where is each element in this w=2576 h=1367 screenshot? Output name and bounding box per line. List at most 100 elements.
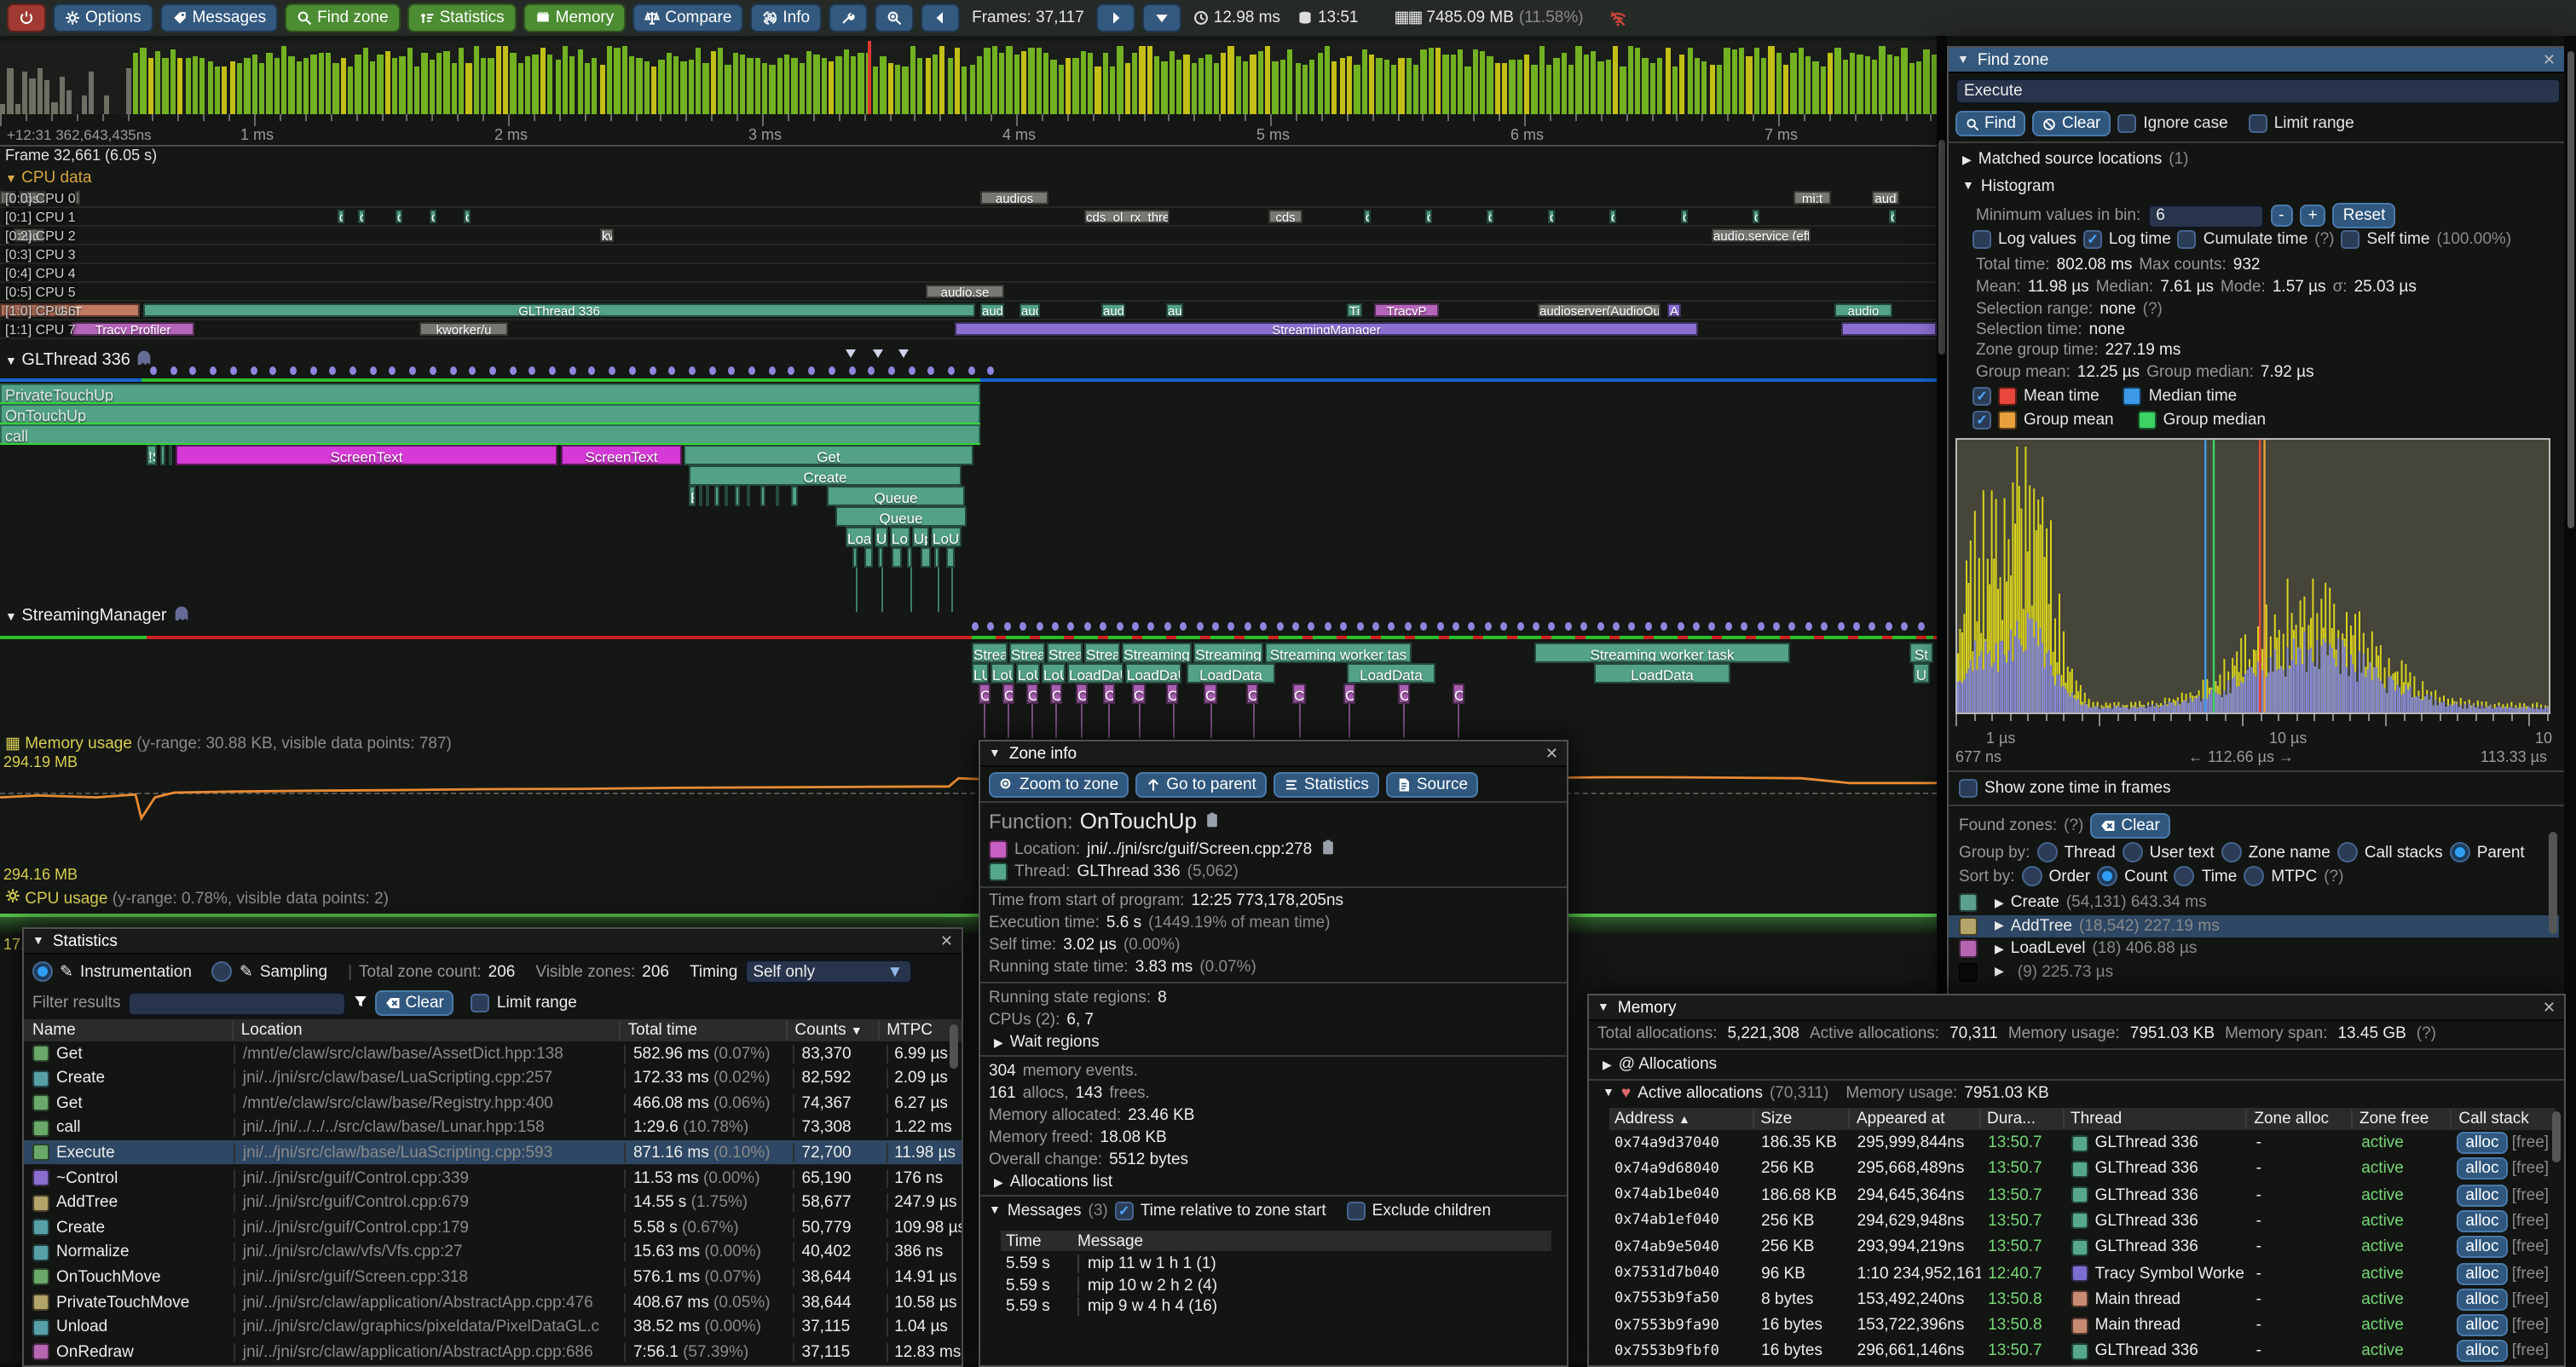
message-dot[interactable] xyxy=(1084,622,1091,631)
go-to-parent-button[interactable]: Go to parent xyxy=(1135,772,1267,798)
col-zone-free[interactable]: Zone free xyxy=(2351,1110,2450,1128)
options-button[interactable]: Options xyxy=(53,3,153,32)
message-dot[interactable] xyxy=(569,366,575,375)
mode-sampling[interactable] xyxy=(212,961,233,982)
cpu-segment[interactable] xyxy=(75,191,80,205)
memory-table-header[interactable]: Address ▲SizeAppeared atDura...ThreadZon… xyxy=(1609,1108,2556,1130)
stats-row[interactable]: OnTouchMove jni/../jni/src/guif/Screen.c… xyxy=(24,1266,963,1289)
cpu-segment[interactable]: c xyxy=(1609,210,1616,223)
cpu-segment[interactable]: A xyxy=(1667,303,1681,317)
message-dot[interactable] xyxy=(1100,622,1106,631)
alloc-chip[interactable]: alloc xyxy=(2457,1158,2507,1180)
message-dot[interactable] xyxy=(1340,622,1347,631)
active-allocations-tree[interactable]: ▼ ♥ Active allocations (70,311) Memory u… xyxy=(1603,1084,2049,1103)
found-zone-row[interactable]: ▶ AddTree (18,542) 227.19 ms xyxy=(1949,914,2559,937)
reset-button[interactable]: Reset xyxy=(2333,203,2396,228)
compare-button[interactable]: Compare xyxy=(632,3,743,32)
message-row[interactable]: 5.59 smip 9 w 4 h 4 (16) xyxy=(1001,1297,1551,1316)
zone-bar[interactable] xyxy=(169,445,172,465)
zone-bar[interactable]: Strea xyxy=(1047,643,1083,663)
memory-button[interactable]: Memory xyxy=(523,3,627,32)
message-dot[interactable] xyxy=(1661,622,1667,631)
message-dot[interactable] xyxy=(1725,622,1732,631)
message-dot[interactable] xyxy=(1180,622,1187,631)
cpu-segment[interactable]: Ti xyxy=(1347,303,1362,317)
stats-row[interactable]: Create jni/../jni/src/claw/base/LuaScrip… xyxy=(24,1066,963,1090)
message-dot[interactable] xyxy=(1485,622,1492,631)
sort-by-order[interactable] xyxy=(2022,866,2042,886)
message-dot[interactable] xyxy=(1164,622,1171,631)
alloc-chip[interactable]: alloc xyxy=(2457,1132,2507,1154)
memory-row[interactable]: 0x74ab9e5040 256 KB 293,994,219ns 13:50.… xyxy=(1609,1234,2556,1260)
zone-bar[interactable]: LoadData xyxy=(1347,663,1435,684)
alloc-chip[interactable]: alloc xyxy=(2457,1289,2507,1311)
stats-table-header[interactable]: NameLocationTotal timeCounts ▼MTPC xyxy=(24,1019,963,1041)
zone-bar[interactable]: E xyxy=(689,486,696,506)
message-dot[interactable] xyxy=(1276,622,1283,631)
message-dot[interactable] xyxy=(1693,622,1700,631)
zone-bar[interactable]: U xyxy=(1913,663,1930,684)
cumulate-time-checkbox[interactable] xyxy=(2178,230,2197,249)
found-zone-row[interactable]: ▶ (9) 225.73 µs xyxy=(1949,960,2559,983)
found-zone-row[interactable]: ▶ Create (54,131) 643.34 ms xyxy=(1949,891,2559,914)
min-values-input[interactable]: 6 xyxy=(2147,204,2263,228)
memory-row[interactable]: 0x74ab1ef040 256 KB 294,629,948ns 13:50.… xyxy=(1609,1208,2556,1234)
goto-frame-button[interactable] xyxy=(1142,3,1181,32)
zone-bar[interactable] xyxy=(725,486,728,506)
statistics-button[interactable]: Statistics xyxy=(1274,772,1379,798)
messages-table-header[interactable]: TimeMessage xyxy=(1001,1231,1551,1251)
screen-scrollbar[interactable] xyxy=(2564,36,2576,1364)
zone-bar[interactable] xyxy=(760,486,765,506)
stats-row[interactable]: call jni/../jni/../../../src/claw/base/L… xyxy=(24,1116,963,1140)
cpu-segment[interactable]: audioserver(AudioOut_D) xyxy=(1538,303,1661,317)
message-dot[interactable] xyxy=(729,366,736,375)
message-dot[interactable] xyxy=(808,366,815,375)
allocations-list-tree[interactable]: ▶ Allocations list xyxy=(994,1173,1112,1191)
message-dot[interactable] xyxy=(309,366,316,375)
zone-info-title[interactable]: ▼Zone info✕ xyxy=(980,741,1567,767)
zone-bar[interactable]: LoadDaU xyxy=(1125,663,1181,684)
group-by-zone-name[interactable] xyxy=(2221,842,2242,862)
stats-row[interactable]: Get /mnt/e/claw/src/claw/base/AssetDict.… xyxy=(24,1041,963,1065)
memory-row[interactable]: 0x74a9d37040 186.35 KB 295,999,844ns 13:… xyxy=(1609,1130,2556,1156)
sort-by-count[interactable] xyxy=(2097,866,2117,886)
show-zone-time-checkbox[interactable] xyxy=(1959,779,1978,798)
message-dot[interactable] xyxy=(290,366,297,375)
zone-bar[interactable]: Strea xyxy=(1084,643,1120,663)
sort-by-time[interactable] xyxy=(2175,866,2195,886)
message-dot[interactable] xyxy=(1757,622,1764,631)
message-dot[interactable] xyxy=(1837,622,1844,631)
zone-bar[interactable]: Loa xyxy=(846,527,873,547)
message-dot[interactable] xyxy=(908,366,915,375)
filter-input[interactable] xyxy=(127,991,345,1015)
statistics-button[interactable]: Statistics xyxy=(407,3,517,32)
memory-row[interactable]: 0x74ab1be040 186.68 KB 294,645,364ns 13:… xyxy=(1609,1182,2556,1208)
zone-bar[interactable] xyxy=(852,547,858,568)
message-dot[interactable] xyxy=(330,366,337,375)
close-icon[interactable]: ✕ xyxy=(2543,50,2556,69)
message-dot[interactable] xyxy=(1453,622,1459,631)
zone-bar[interactable]: LoadData xyxy=(1594,663,1730,684)
message-dot[interactable] xyxy=(589,366,596,375)
message-marker[interactable] xyxy=(898,349,909,358)
cpu-segment[interactable]: aud xyxy=(1019,303,1040,317)
ignore-case-checkbox[interactable] xyxy=(2117,114,2136,133)
close-icon[interactable]: ✕ xyxy=(1545,744,1558,763)
stats-row[interactable]: ~Control jni/../jni/src/guif/Control.cpp… xyxy=(24,1166,963,1190)
zone-bar[interactable]: Queue xyxy=(835,506,967,527)
zone-bar[interactable] xyxy=(791,486,798,506)
memory-scrollbar-thumb[interactable] xyxy=(2552,1111,2561,1162)
zone-bar[interactable]: Ci xyxy=(1204,684,1217,704)
cpu-segment[interactable]: StreamingManager xyxy=(955,322,1698,336)
zone-bar[interactable]: !S xyxy=(147,445,157,465)
zone-bar[interactable]: C xyxy=(1343,684,1355,704)
close-icon[interactable]: ✕ xyxy=(2543,998,2556,1017)
zone-bar[interactable]: Strea xyxy=(1009,643,1045,663)
alloc-chip[interactable]: alloc xyxy=(2457,1210,2507,1232)
zone-bar[interactable]: C xyxy=(979,684,991,704)
col-size[interactable]: Size xyxy=(1752,1110,1848,1128)
find-button[interactable]: Find xyxy=(1955,111,2026,136)
cpu-segment[interactable]: c xyxy=(430,210,436,223)
message-dot[interactable] xyxy=(928,366,935,375)
stats-scrollbar-thumb[interactable] xyxy=(950,1024,958,1069)
